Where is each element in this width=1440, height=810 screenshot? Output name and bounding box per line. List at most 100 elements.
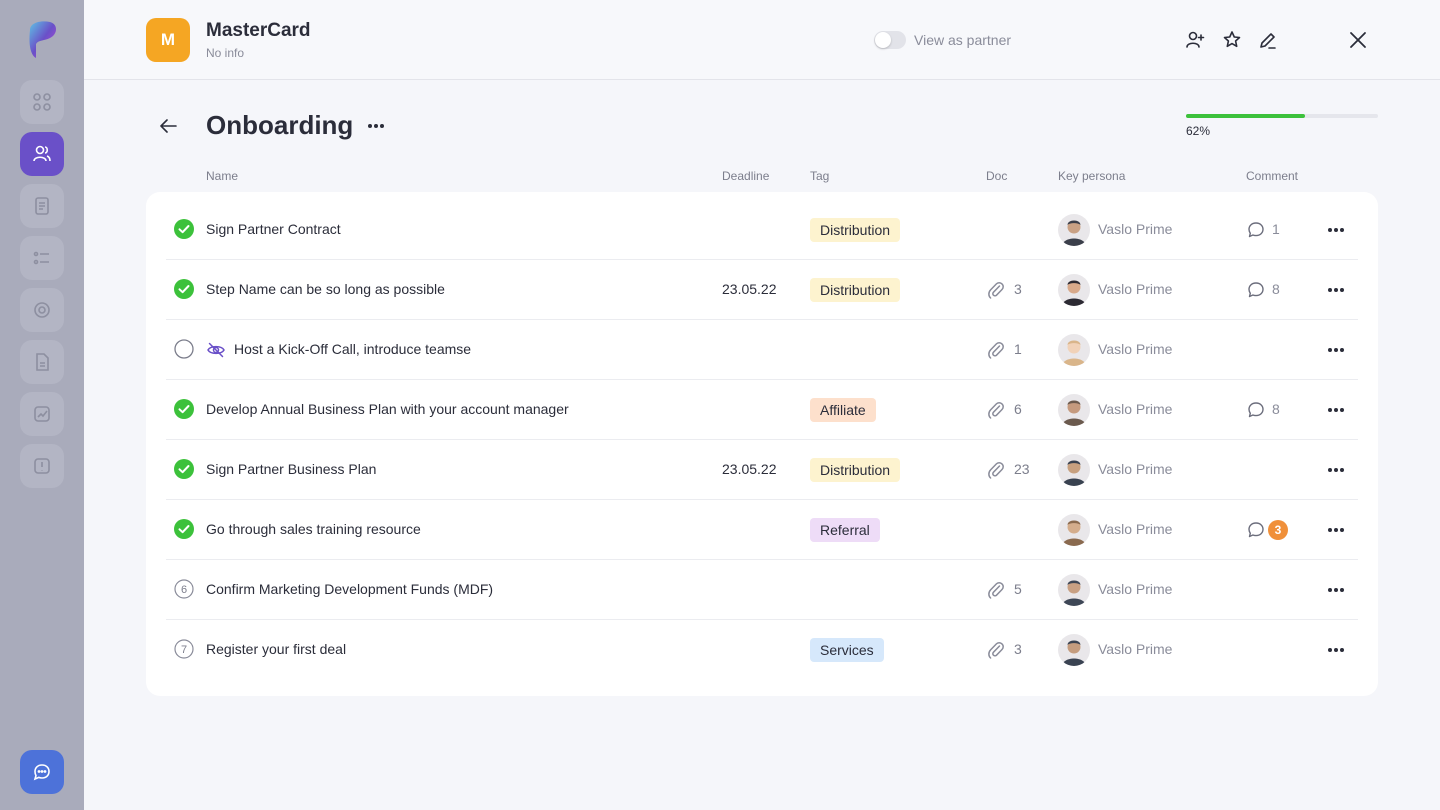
paperclip-icon[interactable] (986, 460, 1006, 480)
paperclip-icon[interactable] (986, 580, 1006, 600)
table-row[interactable]: Go through sales training resource Referr… (166, 500, 1358, 560)
avatar[interactable] (1058, 454, 1090, 486)
check-circle-icon[interactable] (174, 459, 194, 479)
step-name[interactable]: Confirm Marketing Development Funds (MDF… (206, 581, 493, 597)
check-circle-icon[interactable] (174, 279, 194, 299)
table-row[interactable]: Step Name can be so long as possible 23.0… (166, 260, 1358, 320)
chart-icon[interactable] (20, 392, 64, 436)
step-tag[interactable]: Distribution (810, 278, 901, 302)
table-row[interactable]: Host a Kick-Off Call, introduce teamse 1 V… (166, 320, 1358, 380)
comment-icon[interactable] (1246, 400, 1266, 420)
avatar[interactable] (1058, 634, 1090, 666)
table-row[interactable]: Sign Partner Business Plan 23.05.22 Distri… (166, 440, 1358, 500)
add-user-icon[interactable] (1184, 29, 1206, 51)
step-name[interactable]: Sign Partner Contract (206, 221, 341, 237)
persona-name: Vaslo Prime (1098, 461, 1173, 477)
persona-name: Vaslo Prime (1098, 221, 1173, 237)
step-name[interactable]: Develop Annual Business Plan with your a… (206, 401, 569, 417)
step-deadline: 23.05.22 (722, 461, 777, 477)
partner-panel: M MasterCard No info View as partner Onb… (84, 0, 1440, 810)
company-avatar: M (146, 18, 190, 62)
file-icon[interactable] (20, 340, 64, 384)
step-tag[interactable]: Distribution (810, 458, 901, 482)
paperclip-icon[interactable] (986, 280, 1006, 300)
step-name[interactable]: Go through sales training resource (206, 521, 421, 537)
grid-icon[interactable] (20, 80, 64, 124)
check-circle-icon[interactable] (174, 219, 194, 239)
comment-icon[interactable] (1246, 280, 1266, 300)
row-more-icon[interactable] (1326, 342, 1346, 358)
step-tag[interactable]: Affiliate (810, 398, 876, 422)
row-more-icon[interactable] (1326, 402, 1346, 418)
panel-header: M MasterCard No info View as partner (84, 0, 1440, 80)
avatar[interactable] (1058, 214, 1090, 246)
row-more-icon[interactable] (1326, 522, 1346, 538)
step-tag[interactable]: Distribution (810, 218, 901, 242)
step-name[interactable]: Step Name can be so long as possible (206, 281, 445, 297)
doc-count: 23 (1014, 461, 1030, 477)
comment-badge: 3 (1268, 520, 1288, 540)
view-as-partner-label: View as partner (914, 32, 1012, 48)
step-name[interactable]: Register your first deal (206, 641, 346, 657)
avatar[interactable] (1058, 514, 1090, 546)
check-circle-icon[interactable] (174, 519, 194, 539)
avatar[interactable] (1058, 274, 1090, 306)
comment-count: 8 (1272, 281, 1280, 297)
persona-name: Vaslo Prime (1098, 581, 1173, 597)
table-row[interactable]: Develop Annual Business Plan with your a… (166, 380, 1358, 440)
steps-table: Sign Partner Contract Distribution Vaslo P… (146, 192, 1378, 696)
column-header-persona: Key persona (1058, 169, 1126, 183)
persona-name: Vaslo Prime (1098, 641, 1173, 657)
logo-icon[interactable] (24, 20, 60, 60)
table-row[interactable]: 7 Register your first deal Services 3 Vaslo … (166, 620, 1358, 680)
paperclip-icon[interactable] (986, 640, 1006, 660)
checklist-icon[interactable] (20, 236, 64, 280)
row-more-icon[interactable] (1326, 462, 1346, 478)
view-as-partner-toggle[interactable] (874, 31, 906, 49)
paperclip-icon[interactable] (986, 340, 1006, 360)
avatar[interactable] (1058, 334, 1090, 366)
badge-icon[interactable] (20, 444, 64, 488)
edit-icon[interactable] (1257, 29, 1279, 51)
row-more-icon[interactable] (1326, 642, 1346, 658)
step-number-circle[interactable]: 7 (174, 639, 194, 659)
document-icon[interactable] (20, 184, 64, 228)
back-arrow-icon[interactable] (156, 114, 180, 138)
table-row[interactable]: Sign Partner Contract Distribution Vaslo P… (166, 200, 1358, 260)
chat-icon[interactable] (20, 750, 64, 794)
sidebar (0, 0, 84, 810)
step-name[interactable]: Sign Partner Business Plan (206, 461, 376, 477)
table-row[interactable]: 6 Confirm Marketing Development Funds (MD… (166, 560, 1358, 620)
column-header-doc: Doc (986, 169, 1008, 183)
company-name: MasterCard (206, 20, 311, 41)
step-name[interactable]: Host a Kick-Off Call, introduce teamse (234, 341, 471, 357)
check-circle-icon[interactable] (174, 399, 194, 419)
column-header-tag: Tag (810, 169, 830, 183)
avatar[interactable] (1058, 394, 1090, 426)
step-deadline: 23.05.22 (722, 281, 777, 297)
users-icon[interactable] (20, 132, 64, 176)
close-icon[interactable] (1346, 28, 1370, 52)
step-tag[interactable]: Referral (810, 518, 880, 542)
avatar[interactable] (1058, 574, 1090, 606)
target-icon[interactable] (20, 288, 64, 332)
svg-text:7: 7 (181, 644, 187, 656)
row-more-icon[interactable] (1326, 282, 1346, 298)
star-icon[interactable] (1221, 29, 1243, 51)
row-more-icon[interactable] (1326, 222, 1346, 238)
company-subtitle: No info (206, 46, 245, 60)
empty-circle-icon[interactable] (174, 339, 194, 359)
doc-count: 5 (1014, 581, 1022, 597)
comment-icon[interactable] (1246, 520, 1266, 540)
row-more-icon[interactable] (1326, 582, 1346, 598)
progress-fill (1186, 114, 1306, 118)
more-options-icon[interactable] (366, 118, 386, 134)
progress-label: 62% (1186, 124, 1211, 138)
column-header-deadline: Deadline (722, 169, 770, 183)
step-number-circle[interactable]: 6 (174, 579, 194, 599)
doc-count: 1 (1014, 341, 1022, 357)
comment-icon[interactable] (1246, 220, 1266, 240)
persona-name: Vaslo Prime (1098, 521, 1173, 537)
paperclip-icon[interactable] (986, 400, 1006, 420)
step-tag[interactable]: Services (810, 638, 884, 662)
